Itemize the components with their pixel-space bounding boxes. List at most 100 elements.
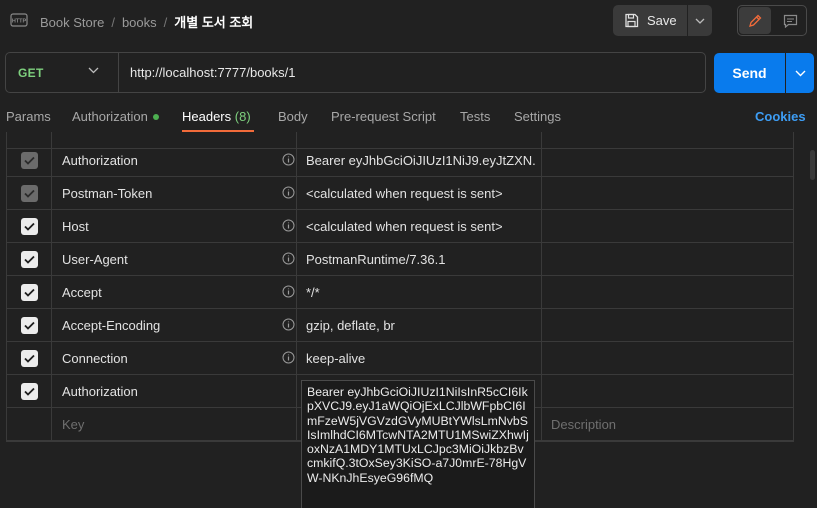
header-key: Accept <box>62 285 102 300</box>
method-selector[interactable]: GET <box>18 66 44 80</box>
table-row: Authorization Bearer eyJhbGciOiJIUzI1NiJ… <box>7 144 793 177</box>
table-row: User-Agent PostmanRuntime/7.36.1 <box>7 243 793 276</box>
check-icon <box>23 255 35 264</box>
breadcrumb-separator: / <box>111 15 115 30</box>
breadcrumb-current-request[interactable]: 개별 도서 조회 <box>174 15 253 30</box>
tab-authorization[interactable]: Authorization <box>72 109 159 124</box>
tab-pre-request-script[interactable]: Pre-request Script <box>331 109 436 124</box>
check-icon <box>23 354 35 363</box>
new-description-input[interactable]: Description <box>551 417 616 432</box>
tab-settings[interactable]: Settings <box>514 109 561 124</box>
http-request-icon: HTTP <box>10 13 28 27</box>
header-description[interactable] <box>542 342 793 374</box>
header-checkbox[interactable] <box>20 283 38 301</box>
check-icon <box>23 222 35 231</box>
header-value: <calculated when request is sent> <box>306 186 503 201</box>
tab-label: Headers <box>182 109 232 124</box>
tab-label: Settings <box>514 109 561 124</box>
breadcrumb: Book Store / books / 개별 도서 조회 <box>40 12 253 31</box>
tab-headers[interactable]: Headers (8) <box>182 109 251 124</box>
header-description[interactable] <box>542 375 793 407</box>
info-icon[interactable] <box>282 285 295 298</box>
chevron-down-icon[interactable] <box>88 67 99 74</box>
send-options-button[interactable] <box>786 53 814 93</box>
breadcrumb-separator: / <box>163 15 168 30</box>
save-icon <box>625 13 639 28</box>
breadcrumb-folder[interactable]: books <box>122 15 157 30</box>
header-description[interactable] <box>542 276 793 308</box>
header-checkbox[interactable] <box>20 349 38 367</box>
header-key: Postman-Token <box>62 186 153 201</box>
header-checkbox[interactable] <box>20 316 38 334</box>
header-checkbox[interactable] <box>20 217 38 235</box>
top-bar: HTTP Book Store / books / 개별 도서 조회 Save <box>0 0 817 42</box>
scrollbar[interactable] <box>810 150 815 180</box>
table-row: Host <calculated when request is sent> <box>7 210 793 243</box>
info-icon[interactable] <box>282 318 295 331</box>
header-value-editor[interactable]: Bearer eyJhbGciOiJIUzI1NiIsInR5cCI6IkpXV… <box>301 380 535 508</box>
tab-label: Pre-request Script <box>331 109 436 124</box>
tab-label: Body <box>278 109 308 124</box>
tab-tests[interactable]: Tests <box>460 109 490 124</box>
table-row: Accept-Encoding gzip, deflate, br <box>7 309 793 342</box>
tab-count-badge: (8) <box>234 109 251 124</box>
check-icon <box>23 321 35 330</box>
info-icon[interactable] <box>282 153 295 166</box>
save-label: Save <box>647 13 677 28</box>
info-icon[interactable] <box>282 186 295 199</box>
header-value: <calculated when request is sent> <box>306 219 503 234</box>
info-icon[interactable] <box>282 219 295 232</box>
send-button[interactable]: Send <box>714 53 785 93</box>
header-value: */* <box>306 285 320 300</box>
send-label: Send <box>732 65 767 81</box>
header-key: Authorization <box>62 384 138 399</box>
table-row: Connection keep-alive <box>7 342 793 375</box>
url-input[interactable] <box>130 65 690 80</box>
comment-icon <box>783 14 797 28</box>
save-button[interactable]: Save <box>613 5 687 36</box>
header-description[interactable] <box>542 144 793 176</box>
pencil-icon <box>749 14 762 27</box>
check-icon <box>23 387 35 396</box>
header-checkbox[interactable] <box>20 184 38 202</box>
header-description[interactable] <box>542 177 793 209</box>
breadcrumb-collection[interactable]: Book Store <box>40 15 104 30</box>
tab-label: Params <box>6 109 51 124</box>
header-value: gzip, deflate, br <box>306 318 395 333</box>
header-checkbox[interactable] <box>20 382 38 400</box>
svg-text:HTTP: HTTP <box>12 19 27 25</box>
url-divider <box>118 53 119 92</box>
header-key: Host <box>62 219 89 234</box>
edit-mode-button[interactable] <box>739 7 771 34</box>
header-value: PostmanRuntime/7.36.1 <box>306 252 446 267</box>
check-icon <box>23 189 35 198</box>
chevron-down-icon <box>795 70 805 76</box>
header-value: Bearer eyJhbGciOiJIUzI1NiJ9.eyJtZXN... <box>306 153 536 168</box>
info-icon[interactable] <box>282 351 295 364</box>
header-value: keep-alive <box>306 351 366 366</box>
url-bar: GET <box>5 52 706 93</box>
check-icon <box>23 156 35 165</box>
check-icon <box>23 288 35 297</box>
comments-button[interactable] <box>775 7 805 34</box>
info-icon[interactable] <box>282 252 295 265</box>
header-description[interactable] <box>542 210 793 242</box>
header-key: Authorization <box>62 153 138 168</box>
tab-label: Authorization <box>72 109 148 124</box>
tab-body[interactable]: Body <box>278 109 308 124</box>
chevron-down-icon <box>695 18 705 24</box>
cookies-link[interactable]: Cookies <box>755 109 806 124</box>
tab-params[interactable]: Params <box>6 109 51 124</box>
save-options-button[interactable] <box>688 5 712 36</box>
header-description[interactable] <box>542 309 793 341</box>
table-row: Accept */* <box>7 276 793 309</box>
header-checkbox[interactable] <box>20 151 38 169</box>
new-key-input[interactable]: Key <box>62 417 84 432</box>
header-description[interactable] <box>542 243 793 275</box>
header-checkbox[interactable] <box>20 250 38 268</box>
request-tabs: Params Authorization Headers (8) Body Pr… <box>0 100 817 133</box>
table-row: Postman-Token <calculated when request i… <box>7 177 793 210</box>
view-mode-toggle <box>737 5 807 36</box>
header-key: User-Agent <box>62 252 128 267</box>
header-key: Connection <box>62 351 128 366</box>
